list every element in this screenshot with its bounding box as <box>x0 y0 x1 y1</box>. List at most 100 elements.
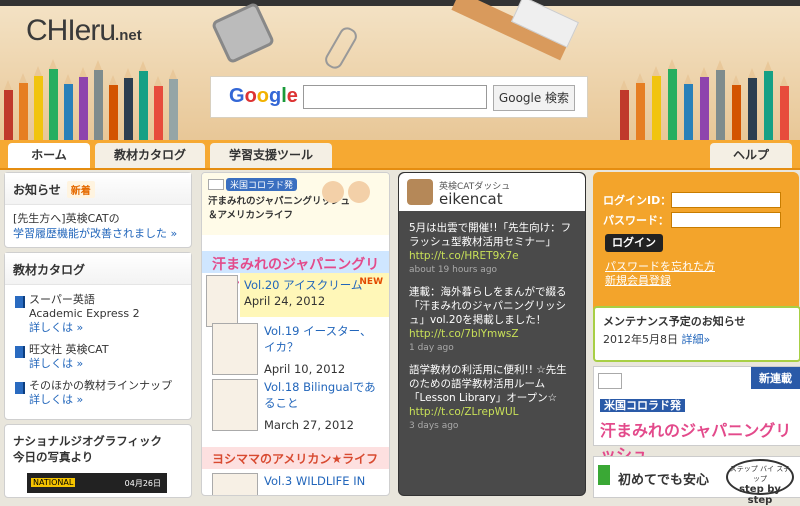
site-logo[interactable]: CHIeru.net <box>26 14 142 48</box>
paperclip-decoration <box>322 24 360 72</box>
catalog-title: 教材カタログ <box>5 253 191 285</box>
site-header: CHIeru.net Google Google 検索 <box>0 0 800 140</box>
tweet-link[interactable]: http://t.co/HRET9x7e <box>409 249 575 263</box>
pencil-decoration <box>124 68 133 140</box>
register-link[interactable]: 新規会員登録 <box>605 272 671 288</box>
google-search-button[interactable]: Google 検索 <box>493 85 575 111</box>
maintenance-title: メンテナンス予定のお知らせ <box>603 315 746 328</box>
episode-link[interactable]: Vol.18 Bilingualであること <box>264 379 382 411</box>
catalog-item-name: そのほかの教材ラインナップ <box>29 379 172 392</box>
twitter-username[interactable]: eikencat <box>439 190 503 208</box>
login-id-label: ログインID： <box>603 194 672 207</box>
series-header[interactable]: ヨシママのアメリカン★ライフ <box>202 447 389 469</box>
catalog-more-link[interactable]: 詳しくは » <box>29 357 183 371</box>
search-input[interactable] <box>303 85 487 109</box>
tweet-text: 5月は出雲で開催!!「先生向け：フラッシュ型教材活用セミナー」 <box>409 222 572 248</box>
tweet: 連載：海外暮らしをまんがで綴る「汗まみれのジャパニングリッシュ」vol.20を掲… <box>399 279 585 357</box>
pencil-decoration <box>620 80 629 140</box>
catalog-more-link[interactable]: 詳しくは » <box>29 393 183 407</box>
us-flag-icon <box>208 179 224 190</box>
login-panel: ログインID： パスワード： ログイン パスワードを忘れた方 新規会員登録 <box>593 172 799 322</box>
new-series-badge: 新連載 <box>751 367 800 389</box>
tweet-text: 語学教材の利活用に便利!! ☆先生のための語学教材活用ルーム「Lesson Li… <box>409 364 567 404</box>
pencil-decoration <box>109 75 118 140</box>
natgeo-date: 04月26日 <box>124 479 161 488</box>
tweet: 5月は出雲で開催!!「先生向け：フラッシュ型教材活用セミナー」 http://t… <box>399 215 585 279</box>
catalog-item-sub: Academic Express 2 <box>29 307 140 320</box>
catalog-more-link[interactable]: 詳しくは » <box>29 321 183 335</box>
maintenance-more-link[interactable]: 詳細» <box>682 333 711 346</box>
maintenance-panel: メンテナンス予定のお知らせ 2012年5月8日 詳細» <box>593 306 800 362</box>
google-logo: Google <box>229 85 298 107</box>
tweet-time[interactable]: 1 day ago <box>409 341 575 355</box>
catalog-item-name: 旺文社 英検CAT <box>29 343 109 356</box>
step-by-step-sticker: ステップ バイ ステップ step by step <box>726 459 794 506</box>
sticker-text: step by step <box>739 484 781 506</box>
episode-link[interactable]: Vol.19 イースター、イカ？ <box>264 323 382 355</box>
password-label: パスワード： <box>603 214 669 227</box>
natgeo-logo: NATIONAL <box>31 478 76 487</box>
pencil-decoration <box>79 67 88 140</box>
us-flag-icon <box>598 373 622 389</box>
character-face-icon <box>348 181 370 203</box>
login-id-input[interactable] <box>671 192 781 208</box>
catalog-item-name: スーパー英語 <box>29 293 95 306</box>
news-panel: お知らせ 新着 [先生方へ]英検CATの 学習履歴機能が改善されました » <box>4 172 192 248</box>
tweet-time[interactable]: 3 days ago <box>409 419 575 433</box>
login-button[interactable]: ログイン <box>605 234 663 252</box>
pencil-decoration <box>4 80 13 140</box>
tweet-text: 連載：海外暮らしをまんがで綴る「汗まみれのジャパニングリッシュ」vol.20を掲… <box>409 286 567 326</box>
new-badge: NEW <box>359 277 383 287</box>
beginner-banner[interactable]: 初めてでも安心 ステップ バイ ステップ step by step <box>593 456 800 506</box>
episode-date: April 24, 2012 <box>244 294 326 308</box>
pencil-decoration <box>636 73 645 140</box>
pencil-decoration <box>169 69 178 140</box>
new-badge: 新着 <box>66 181 95 198</box>
catalog-item[interactable]: 旺文社 英検CAT 詳しくは » <box>5 339 191 375</box>
episode-thumbnail[interactable] <box>212 473 258 495</box>
tweet-link[interactable]: http://t.co/ZLrepWUL <box>409 405 575 419</box>
tweet: 語学教材の利活用に便利!! ☆先生のための語学教材活用ルーム「Lesson Li… <box>399 357 585 435</box>
catalog-item[interactable]: そのほかの教材ラインナップ 詳しくは » <box>5 375 191 411</box>
maintenance-date: 2012年5月8日 <box>603 333 678 346</box>
tab-help[interactable]: ヘルプ <box>710 143 792 168</box>
tab-catalog[interactable]: 教材カタログ <box>95 143 205 168</box>
episode-date: April 10, 2012 <box>264 362 346 376</box>
pencil-decoration <box>94 60 103 140</box>
episode-thumbnail[interactable] <box>212 379 258 431</box>
catalog-panel: 教材カタログ スーパー英語 Academic Express 2 詳しくは » … <box>4 252 192 420</box>
manga-banner[interactable]: 米国コロラド発 汗まみれのジャパニングリッシュ＆アメリカンライフ <box>202 173 389 235</box>
natgeo-subtitle: 今日の写真より <box>13 450 94 464</box>
series-title: ヨシママのアメリカン★ライフ <box>212 452 379 466</box>
episode-thumbnail[interactable] <box>206 275 238 327</box>
news-link[interactable]: 学習履歴機能が改善されました » <box>13 226 183 241</box>
series-banner[interactable]: 新連載 米国コロラド発 汗まみれのジャパニングリッシュ <box>593 366 800 464</box>
google-search-box: Google Google 検索 <box>210 76 588 118</box>
tweet-link[interactable]: http://t.co/7blYmwsZ <box>409 327 575 341</box>
episode-link[interactable]: Vol.3 WILDLIFE IN <box>264 473 365 489</box>
pencil-decoration <box>716 60 725 140</box>
natgeo-title: ナショナルジオグラフィック <box>13 434 163 448</box>
series-header[interactable]: 汗まみれのジャパニングリッシュ <box>202 251 389 293</box>
binder-clip-decoration <box>210 1 276 65</box>
tab-home[interactable]: ホーム <box>8 143 90 168</box>
book-icon <box>15 296 25 308</box>
natgeo-photo-bar[interactable]: NATIONAL 04月26日 <box>27 473 167 493</box>
episode-link[interactable]: Vol.20 アイスクリーム <box>244 277 362 293</box>
natgeo-panel: ナショナルジオグラフィック 今日の写真より NATIONAL 04月26日 <box>4 424 192 498</box>
pencil-decoration <box>34 66 43 140</box>
catalog-item[interactable]: スーパー英語 Academic Express 2 詳しくは » <box>5 289 191 339</box>
tweet-time[interactable]: about 19 hours ago <box>409 263 575 277</box>
pencil-decoration <box>652 66 661 140</box>
top-bar <box>0 0 800 6</box>
pencil-decoration <box>780 76 789 140</box>
pencil-decoration <box>49 59 58 140</box>
tab-tools[interactable]: 学習支援ツール <box>210 143 332 168</box>
news-title: お知らせ 新着 <box>5 173 191 205</box>
password-input[interactable] <box>671 212 781 228</box>
pencil-decoration <box>684 74 693 140</box>
episode-thumbnail[interactable] <box>212 323 258 375</box>
banner-text: 初めてでも安心 <box>618 473 710 488</box>
sticker-caption: ステップ バイ ステップ <box>729 465 791 483</box>
pencil-decoration <box>19 73 28 140</box>
